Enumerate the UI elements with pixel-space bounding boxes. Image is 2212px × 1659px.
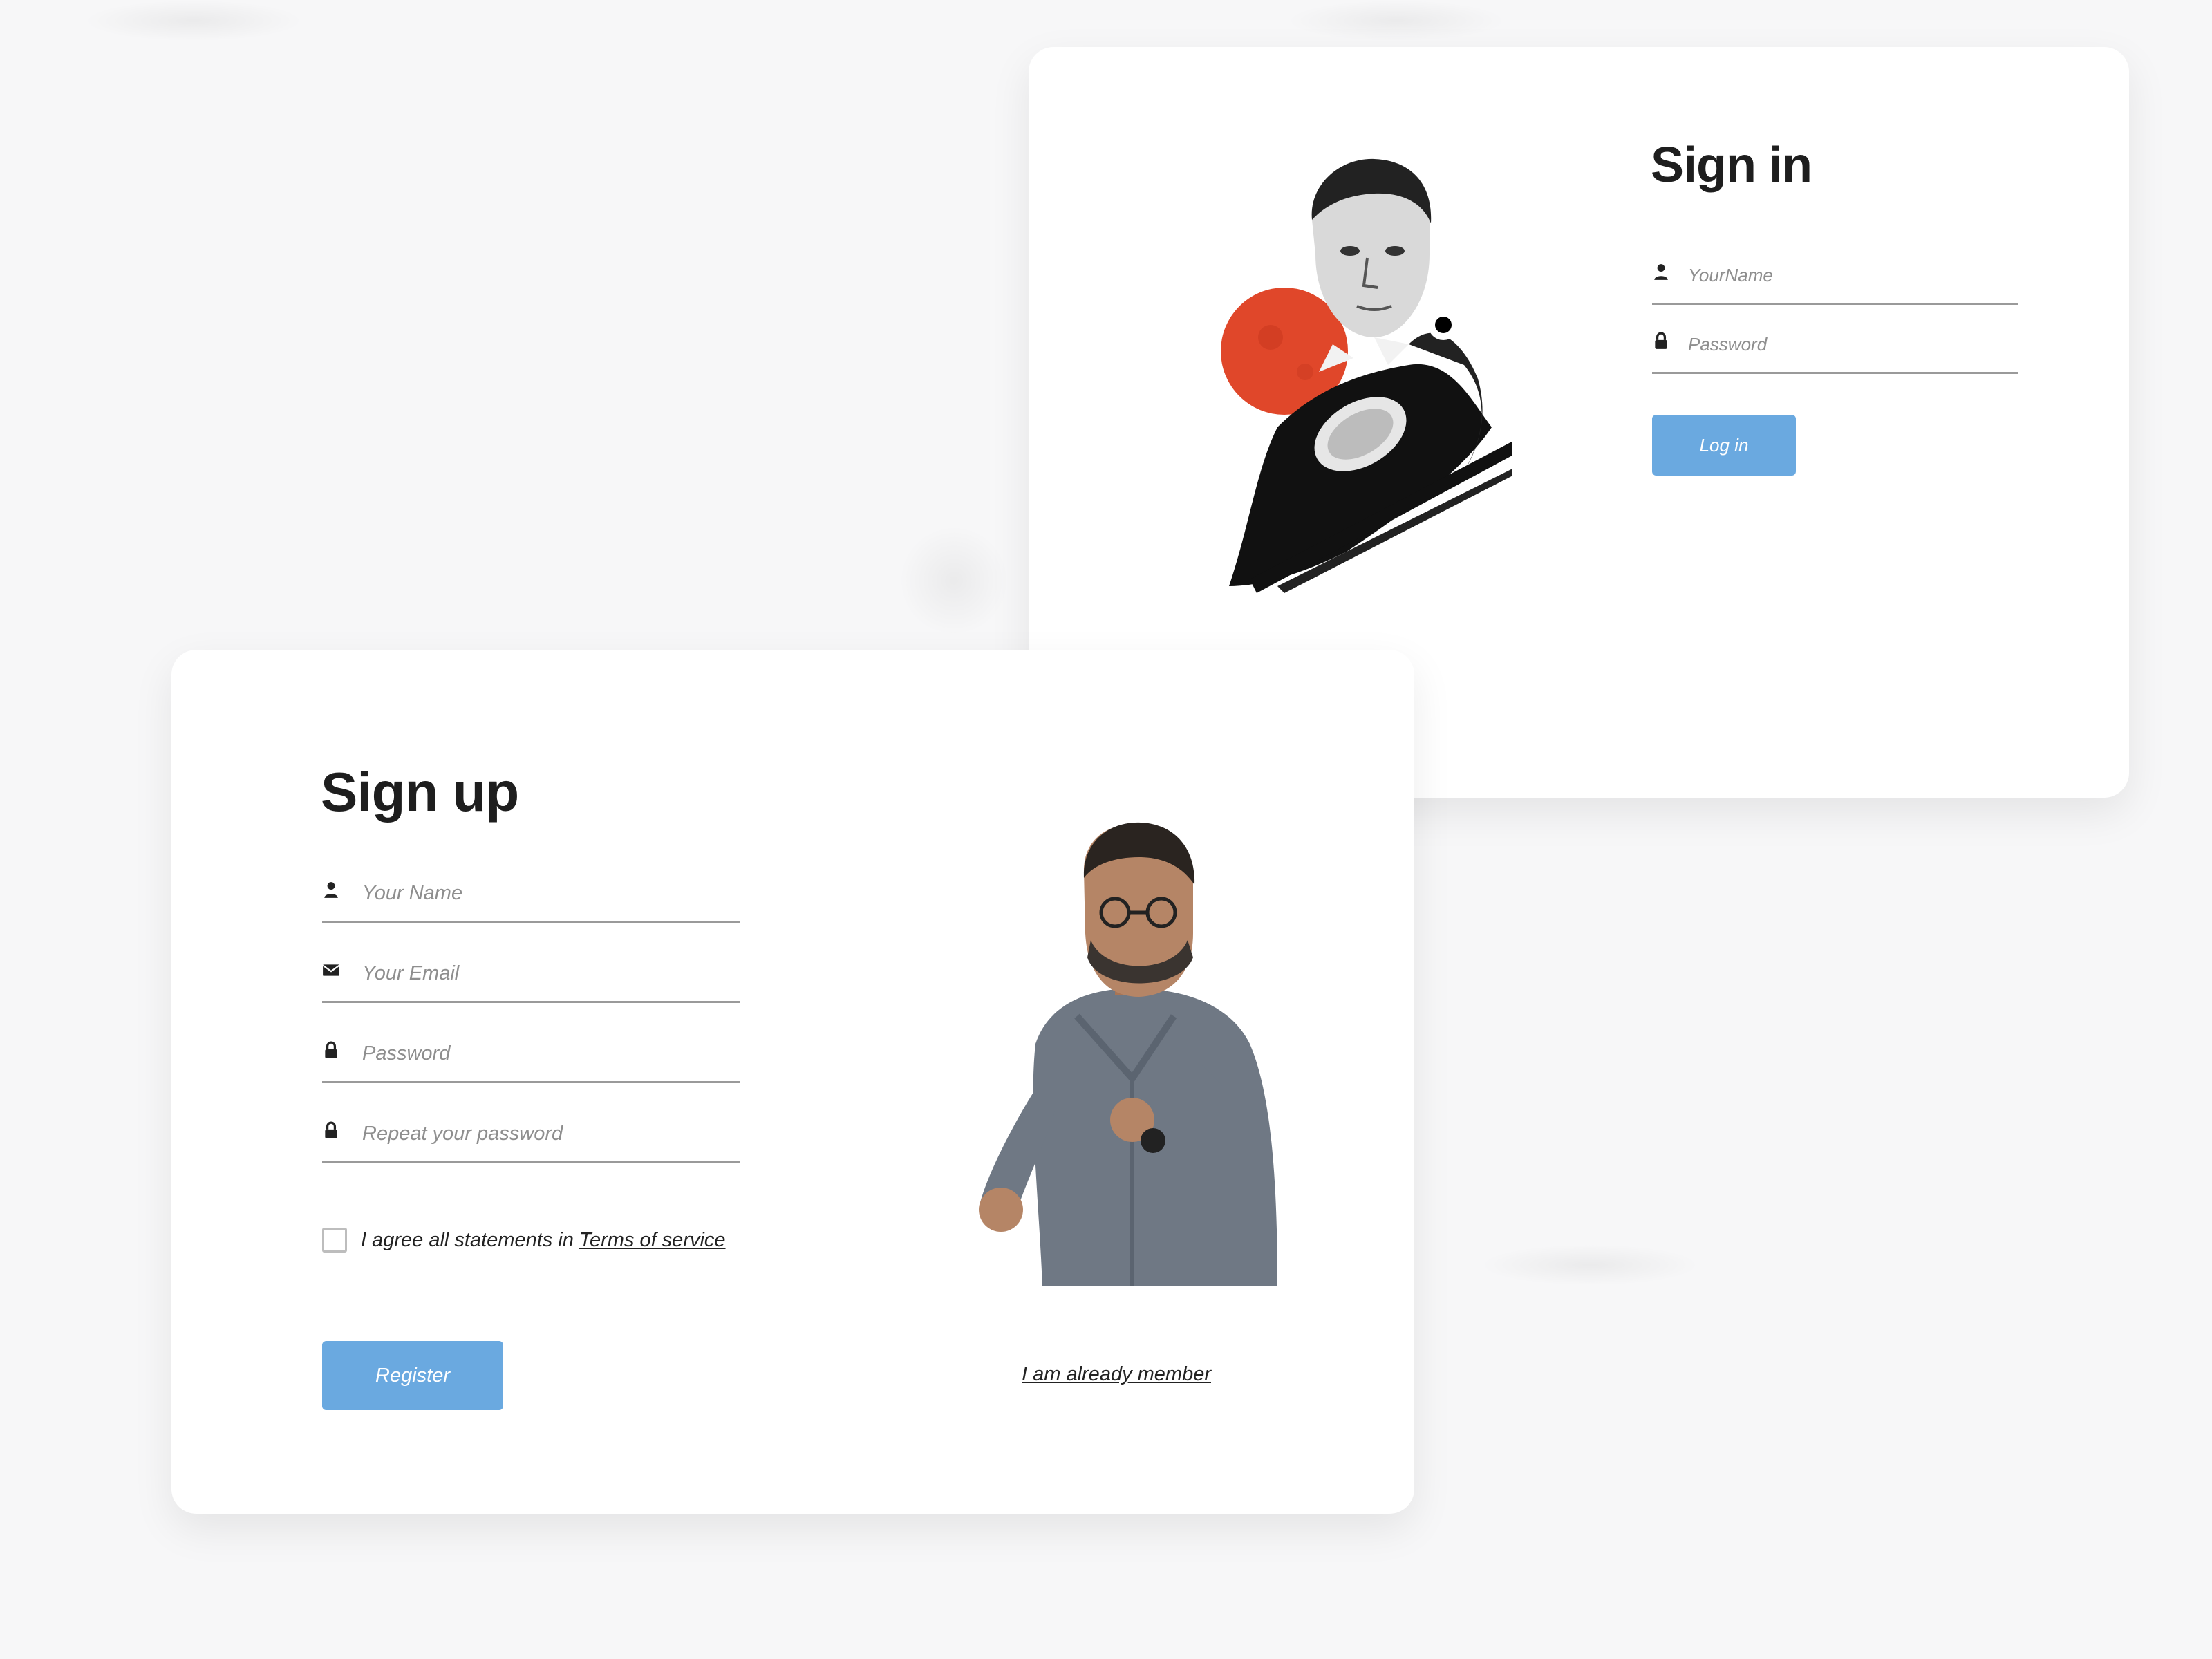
already-member-link[interactable]: I am already member [1022, 1363, 1211, 1386]
background-shadow [1479, 1244, 1700, 1286]
signup-repeat-password-input[interactable] [362, 1118, 740, 1149]
background-shadow [899, 525, 1009, 636]
background-shadow [1286, 0, 1507, 41]
signin-illustration [1167, 137, 1526, 593]
signup-password-field [322, 1033, 740, 1083]
signup-title: Sign up [321, 761, 519, 823]
signup-email-field [322, 953, 740, 1003]
signin-password-input[interactable] [1688, 329, 2018, 359]
login-button[interactable]: Log in [1652, 415, 1796, 476]
register-button[interactable]: Register [322, 1341, 503, 1410]
envelope-icon [322, 961, 340, 979]
lock-icon [322, 1121, 340, 1139]
signin-title: Sign in [1651, 138, 1812, 193]
signup-password-input[interactable] [362, 1038, 740, 1069]
terms-of-service-link[interactable]: Terms of service [579, 1229, 726, 1252]
signup-illustration [973, 816, 1305, 1300]
terms-checkbox[interactable] [322, 1228, 347, 1253]
background-shadow [83, 0, 304, 41]
signin-username-input[interactable] [1688, 260, 2018, 290]
lock-icon [322, 1041, 340, 1059]
lock-icon [1652, 332, 1670, 350]
agree-text: I agree all statements in [361, 1228, 574, 1251]
signin-password-field [1652, 324, 2018, 374]
signup-name-field [322, 872, 740, 923]
signup-repeat-password-field [322, 1113, 740, 1163]
user-icon [322, 881, 340, 899]
signup-name-input[interactable] [362, 878, 740, 908]
signup-email-input[interactable] [362, 958, 740, 988]
user-icon [1652, 263, 1670, 281]
signin-username-field [1652, 254, 2018, 305]
signup-card: Sign up I agree all statements in Terms … [171, 650, 1414, 1514]
terms-agreement: I agree all statements in Terms of servi… [322, 1225, 726, 1255]
